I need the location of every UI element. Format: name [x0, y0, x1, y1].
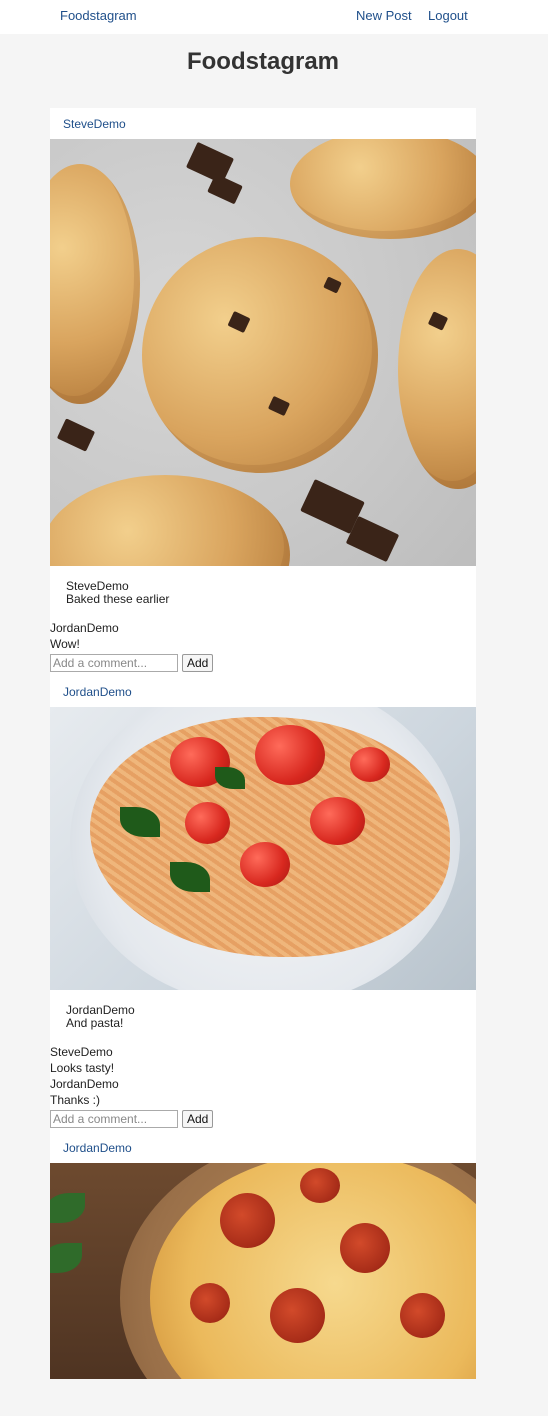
post-image-cookies [50, 139, 476, 566]
caption-text: And pasta! [66, 1016, 124, 1030]
comments-section: JordanDemo Wow! Add [50, 620, 476, 672]
top-navbar: Foodstagram New Post Logout [0, 0, 548, 34]
feed: SteveDemo SteveDemo Baked these earlier … [50, 108, 476, 1379]
add-comment-button[interactable]: Add [182, 654, 214, 672]
comment-text: Thanks :) [50, 1093, 101, 1107]
post-image-pasta [50, 707, 476, 990]
post-author-link[interactable]: JordanDemo [50, 1132, 476, 1163]
post-card: SteveDemo SteveDemo Baked these earlier … [50, 108, 476, 672]
add-comment-button[interactable]: Add [182, 1110, 214, 1128]
new-post-link[interactable]: New Post [356, 8, 412, 23]
comment-input[interactable] [50, 1110, 178, 1128]
post-caption: JordanDemo And pasta! [50, 990, 476, 1044]
caption-text: Baked these earlier [66, 592, 170, 606]
comment-author: JordanDemo [50, 621, 119, 635]
post-card: JordanDemo JordanDemo And pasta! SteveDe… [50, 676, 476, 1128]
comment-text: Looks tasty! [50, 1061, 115, 1075]
page-title: Foodstagram [186, 48, 339, 75]
post-author-link[interactable]: SteveDemo [50, 108, 476, 139]
comment-author: JordanDemo [50, 1077, 119, 1091]
caption-author: JordanDemo [66, 1003, 135, 1017]
comment-input[interactable] [50, 654, 178, 672]
post-card: JordanDemo [50, 1132, 476, 1379]
post-author-link[interactable]: JordanDemo [50, 676, 476, 707]
brand-link[interactable]: Foodstagram [60, 8, 137, 23]
logout-link[interactable]: Logout [428, 8, 468, 23]
comment-text: Wow! [50, 637, 80, 651]
comments-section: SteveDemo Looks tasty! JordanDemo Thanks… [50, 1044, 476, 1128]
post-caption: SteveDemo Baked these earlier [50, 566, 476, 620]
comment-author: SteveDemo [50, 1045, 113, 1059]
comment-form: Add [50, 1110, 476, 1128]
comment-form: Add [50, 654, 476, 672]
post-image-pizza [50, 1163, 476, 1379]
